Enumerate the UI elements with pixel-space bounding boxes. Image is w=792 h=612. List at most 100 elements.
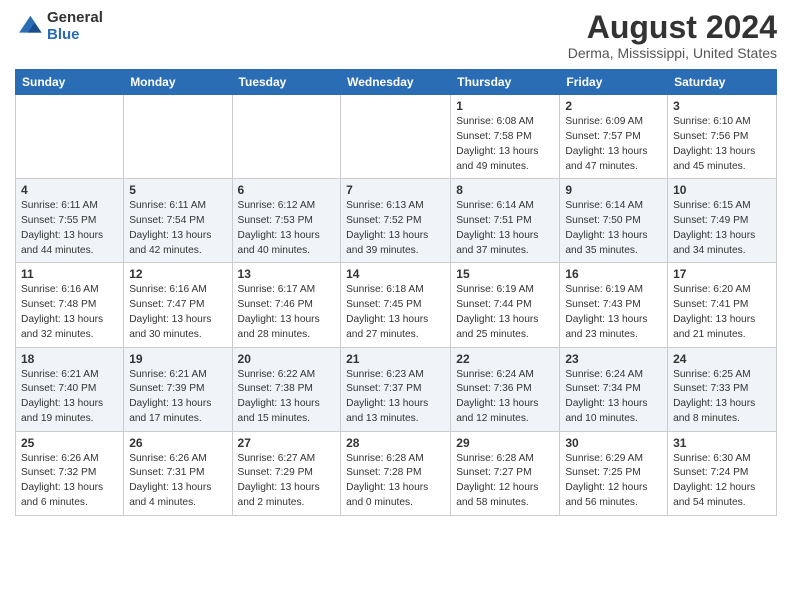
day-detail: Sunrise: 6:19 AM Sunset: 7:44 PM Dayligh… (456, 283, 554, 342)
logo: General Blue (15, 10, 103, 43)
calendar-cell (16, 95, 124, 179)
day-number: 8 (456, 183, 554, 197)
calendar-cell: 14 Sunrise: 6:18 AM Sunset: 7:45 PM Dayli… (341, 263, 451, 347)
calendar-cell: 28 Sunrise: 6:28 AM Sunset: 7:28 PM Dayli… (341, 431, 451, 515)
day-of-week-header: Friday (560, 70, 668, 95)
day-number: 30 (565, 436, 662, 450)
day-detail: Sunrise: 6:21 AM Sunset: 7:39 PM Dayligh… (129, 368, 226, 427)
day-number: 31 (673, 436, 771, 450)
day-detail: Sunrise: 6:12 AM Sunset: 7:53 PM Dayligh… (238, 199, 336, 258)
day-detail: Sunrise: 6:19 AM Sunset: 7:43 PM Dayligh… (565, 283, 662, 342)
day-detail: Sunrise: 6:20 AM Sunset: 7:41 PM Dayligh… (673, 283, 771, 342)
calendar-cell: 19 Sunrise: 6:21 AM Sunset: 7:39 PM Dayli… (124, 347, 232, 431)
calendar-cell: 9 Sunrise: 6:14 AM Sunset: 7:50 PM Daylig… (560, 179, 668, 263)
day-detail: Sunrise: 6:14 AM Sunset: 7:51 PM Dayligh… (456, 199, 554, 258)
calendar-cell: 1Sunrise: 6:08 AM Sunset: 7:58 PM Daylig… (451, 95, 560, 179)
calendar-week-row: 1Sunrise: 6:08 AM Sunset: 7:58 PM Daylig… (16, 95, 777, 179)
day-detail: Sunrise: 6:24 AM Sunset: 7:36 PM Dayligh… (456, 368, 554, 427)
day-number: 21 (346, 352, 445, 366)
day-number: 4 (21, 183, 118, 197)
calendar-cell: 10 Sunrise: 6:15 AM Sunset: 7:49 PM Dayli… (668, 179, 777, 263)
day-detail: Sunrise: 6:10 AM Sunset: 7:56 PM Dayligh… (673, 115, 771, 174)
calendar-cell: 25 Sunrise: 6:26 AM Sunset: 7:32 PM Dayli… (16, 431, 124, 515)
calendar-cell: 6 Sunrise: 6:12 AM Sunset: 7:53 PM Daylig… (232, 179, 341, 263)
main-title: August 2024 (568, 10, 777, 45)
day-number: 3 (673, 99, 771, 113)
calendar-cell: 30 Sunrise: 6:29 AM Sunset: 7:25 PM Dayli… (560, 431, 668, 515)
calendar-cell: 27Sunrise: 6:27 AM Sunset: 7:29 PM Dayli… (232, 431, 341, 515)
calendar-week-row: 4 Sunrise: 6:11 AM Sunset: 7:55 PM Daylig… (16, 179, 777, 263)
calendar-cell: 24Sunrise: 6:25 AM Sunset: 7:33 PM Dayli… (668, 347, 777, 431)
day-detail: Sunrise: 6:09 AM Sunset: 7:57 PM Dayligh… (565, 115, 662, 174)
calendar-cell: 18 Sunrise: 6:21 AM Sunset: 7:40 PM Dayli… (16, 347, 124, 431)
calendar-cell: 20Sunrise: 6:22 AM Sunset: 7:38 PM Dayli… (232, 347, 341, 431)
calendar-cell: 29 Sunrise: 6:28 AM Sunset: 7:27 PM Dayli… (451, 431, 560, 515)
day-of-week-header: Thursday (451, 70, 560, 95)
day-detail: Sunrise: 6:23 AM Sunset: 7:37 PM Dayligh… (346, 368, 445, 427)
day-detail: Sunrise: 6:16 AM Sunset: 7:47 PM Dayligh… (129, 283, 226, 342)
calendar-cell: 7Sunrise: 6:13 AM Sunset: 7:52 PM Daylig… (341, 179, 451, 263)
day-number: 28 (346, 436, 445, 450)
day-number: 23 (565, 352, 662, 366)
day-number: 25 (21, 436, 118, 450)
calendar-cell: 3 Sunrise: 6:10 AM Sunset: 7:56 PM Daylig… (668, 95, 777, 179)
page: General Blue August 2024 Derma, Mississi… (0, 0, 792, 526)
logo-text: General Blue (47, 10, 103, 43)
day-detail: Sunrise: 6:11 AM Sunset: 7:54 PM Dayligh… (129, 199, 226, 258)
day-of-week-header: Sunday (16, 70, 124, 95)
calendar-cell: 11Sunrise: 6:16 AM Sunset: 7:48 PM Dayli… (16, 263, 124, 347)
day-detail: Sunrise: 6:11 AM Sunset: 7:55 PM Dayligh… (21, 199, 118, 258)
day-number: 18 (21, 352, 118, 366)
calendar-cell: 13Sunrise: 6:17 AM Sunset: 7:46 PM Dayli… (232, 263, 341, 347)
title-area: August 2024 Derma, Mississippi, United S… (568, 10, 777, 61)
day-number: 6 (238, 183, 336, 197)
calendar-cell: 17 Sunrise: 6:20 AM Sunset: 7:41 PM Dayli… (668, 263, 777, 347)
day-number: 12 (129, 267, 226, 281)
day-number: 15 (456, 267, 554, 281)
day-number: 1 (456, 99, 554, 113)
calendar-week-row: 18 Sunrise: 6:21 AM Sunset: 7:40 PM Dayli… (16, 347, 777, 431)
logo-blue-text: Blue (47, 27, 103, 44)
day-of-week-header: Monday (124, 70, 232, 95)
calendar-week-row: 25 Sunrise: 6:26 AM Sunset: 7:32 PM Dayli… (16, 431, 777, 515)
day-number: 17 (673, 267, 771, 281)
calendar-cell: 12 Sunrise: 6:16 AM Sunset: 7:47 PM Dayli… (124, 263, 232, 347)
logo-general-text: General (47, 10, 103, 27)
day-detail: Sunrise: 6:25 AM Sunset: 7:33 PM Dayligh… (673, 368, 771, 427)
day-detail: Sunrise: 6:28 AM Sunset: 7:27 PM Dayligh… (456, 452, 554, 511)
calendar-cell: 2 Sunrise: 6:09 AM Sunset: 7:57 PM Daylig… (560, 95, 668, 179)
calendar-cell: 5 Sunrise: 6:11 AM Sunset: 7:54 PM Daylig… (124, 179, 232, 263)
day-number: 27 (238, 436, 336, 450)
day-number: 13 (238, 267, 336, 281)
day-number: 26 (129, 436, 226, 450)
day-detail: Sunrise: 6:22 AM Sunset: 7:38 PM Dayligh… (238, 368, 336, 427)
day-number: 19 (129, 352, 226, 366)
day-number: 29 (456, 436, 554, 450)
day-detail: Sunrise: 6:29 AM Sunset: 7:25 PM Dayligh… (565, 452, 662, 511)
day-detail: Sunrise: 6:15 AM Sunset: 7:49 PM Dayligh… (673, 199, 771, 258)
day-detail: Sunrise: 6:21 AM Sunset: 7:40 PM Dayligh… (21, 368, 118, 427)
day-detail: Sunrise: 6:26 AM Sunset: 7:32 PM Dayligh… (21, 452, 118, 511)
calendar-header-row: SundayMondayTuesdayWednesdayThursdayFrid… (16, 70, 777, 95)
calendar-cell: 23Sunrise: 6:24 AM Sunset: 7:34 PM Dayli… (560, 347, 668, 431)
calendar-cell (124, 95, 232, 179)
day-number: 5 (129, 183, 226, 197)
calendar-cell: 8 Sunrise: 6:14 AM Sunset: 7:51 PM Daylig… (451, 179, 560, 263)
day-number: 2 (565, 99, 662, 113)
calendar-cell: 4 Sunrise: 6:11 AM Sunset: 7:55 PM Daylig… (16, 179, 124, 263)
day-detail: Sunrise: 6:26 AM Sunset: 7:31 PM Dayligh… (129, 452, 226, 511)
day-number: 9 (565, 183, 662, 197)
calendar-cell (232, 95, 341, 179)
day-detail: Sunrise: 6:18 AM Sunset: 7:45 PM Dayligh… (346, 283, 445, 342)
day-number: 10 (673, 183, 771, 197)
calendar-cell: 22Sunrise: 6:24 AM Sunset: 7:36 PM Dayli… (451, 347, 560, 431)
day-detail: Sunrise: 6:30 AM Sunset: 7:24 PM Dayligh… (673, 452, 771, 511)
day-detail: Sunrise: 6:28 AM Sunset: 7:28 PM Dayligh… (346, 452, 445, 511)
day-number: 16 (565, 267, 662, 281)
calendar-cell: 15 Sunrise: 6:19 AM Sunset: 7:44 PM Dayli… (451, 263, 560, 347)
day-detail: Sunrise: 6:13 AM Sunset: 7:52 PM Dayligh… (346, 199, 445, 258)
calendar-cell (341, 95, 451, 179)
day-number: 14 (346, 267, 445, 281)
day-detail: Sunrise: 6:14 AM Sunset: 7:50 PM Dayligh… (565, 199, 662, 258)
day-detail: Sunrise: 6:16 AM Sunset: 7:48 PM Dayligh… (21, 283, 118, 342)
